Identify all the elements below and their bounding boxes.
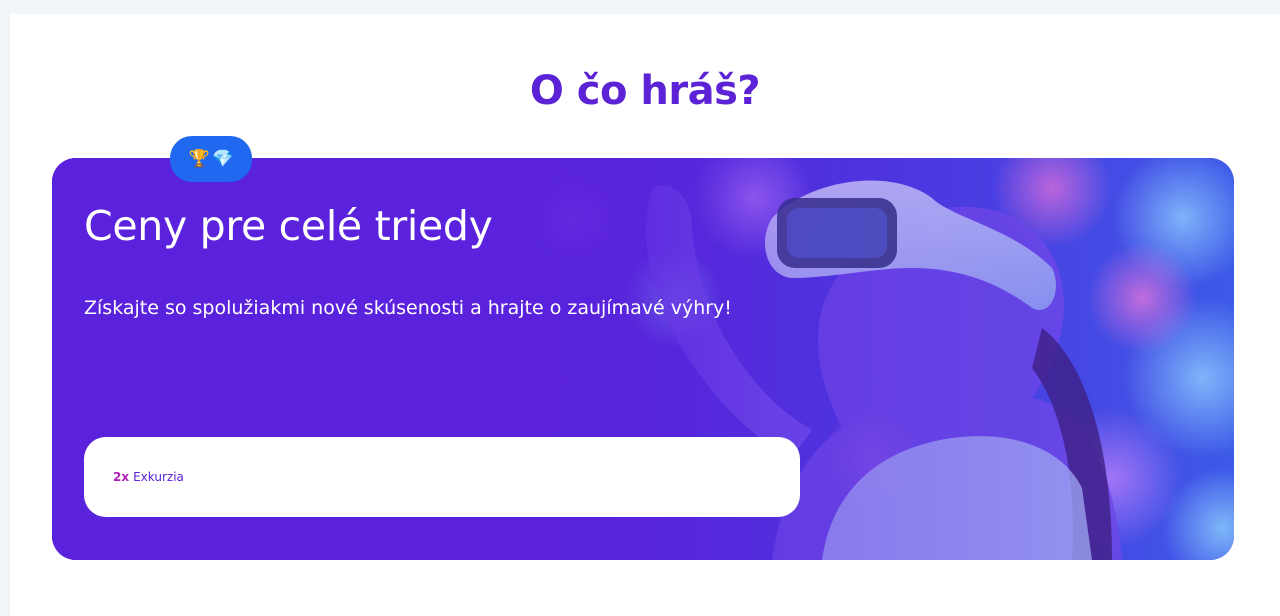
hero-card: Ceny pre celé triedy Získajte so spoluži… xyxy=(52,158,1234,560)
prize-name: Exkurzia xyxy=(133,470,184,484)
gem-icon: 💎 xyxy=(212,149,234,169)
page: O čo hráš? 🏆 💎 Ceny pre celé triedy Získ… xyxy=(10,14,1280,616)
trophy-icon: 🏆 xyxy=(188,149,210,169)
prize-list: 2x Exkurzia xyxy=(84,437,800,517)
hero-title: Ceny pre celé triedy xyxy=(84,202,493,250)
prize-badge: 🏆 💎 xyxy=(170,136,252,182)
prize-count: 2x xyxy=(113,470,130,484)
section-title: O čo hráš? xyxy=(529,68,761,114)
hero-subtitle: Získajte so spolužiakmi nové skúsenosti … xyxy=(84,297,732,319)
